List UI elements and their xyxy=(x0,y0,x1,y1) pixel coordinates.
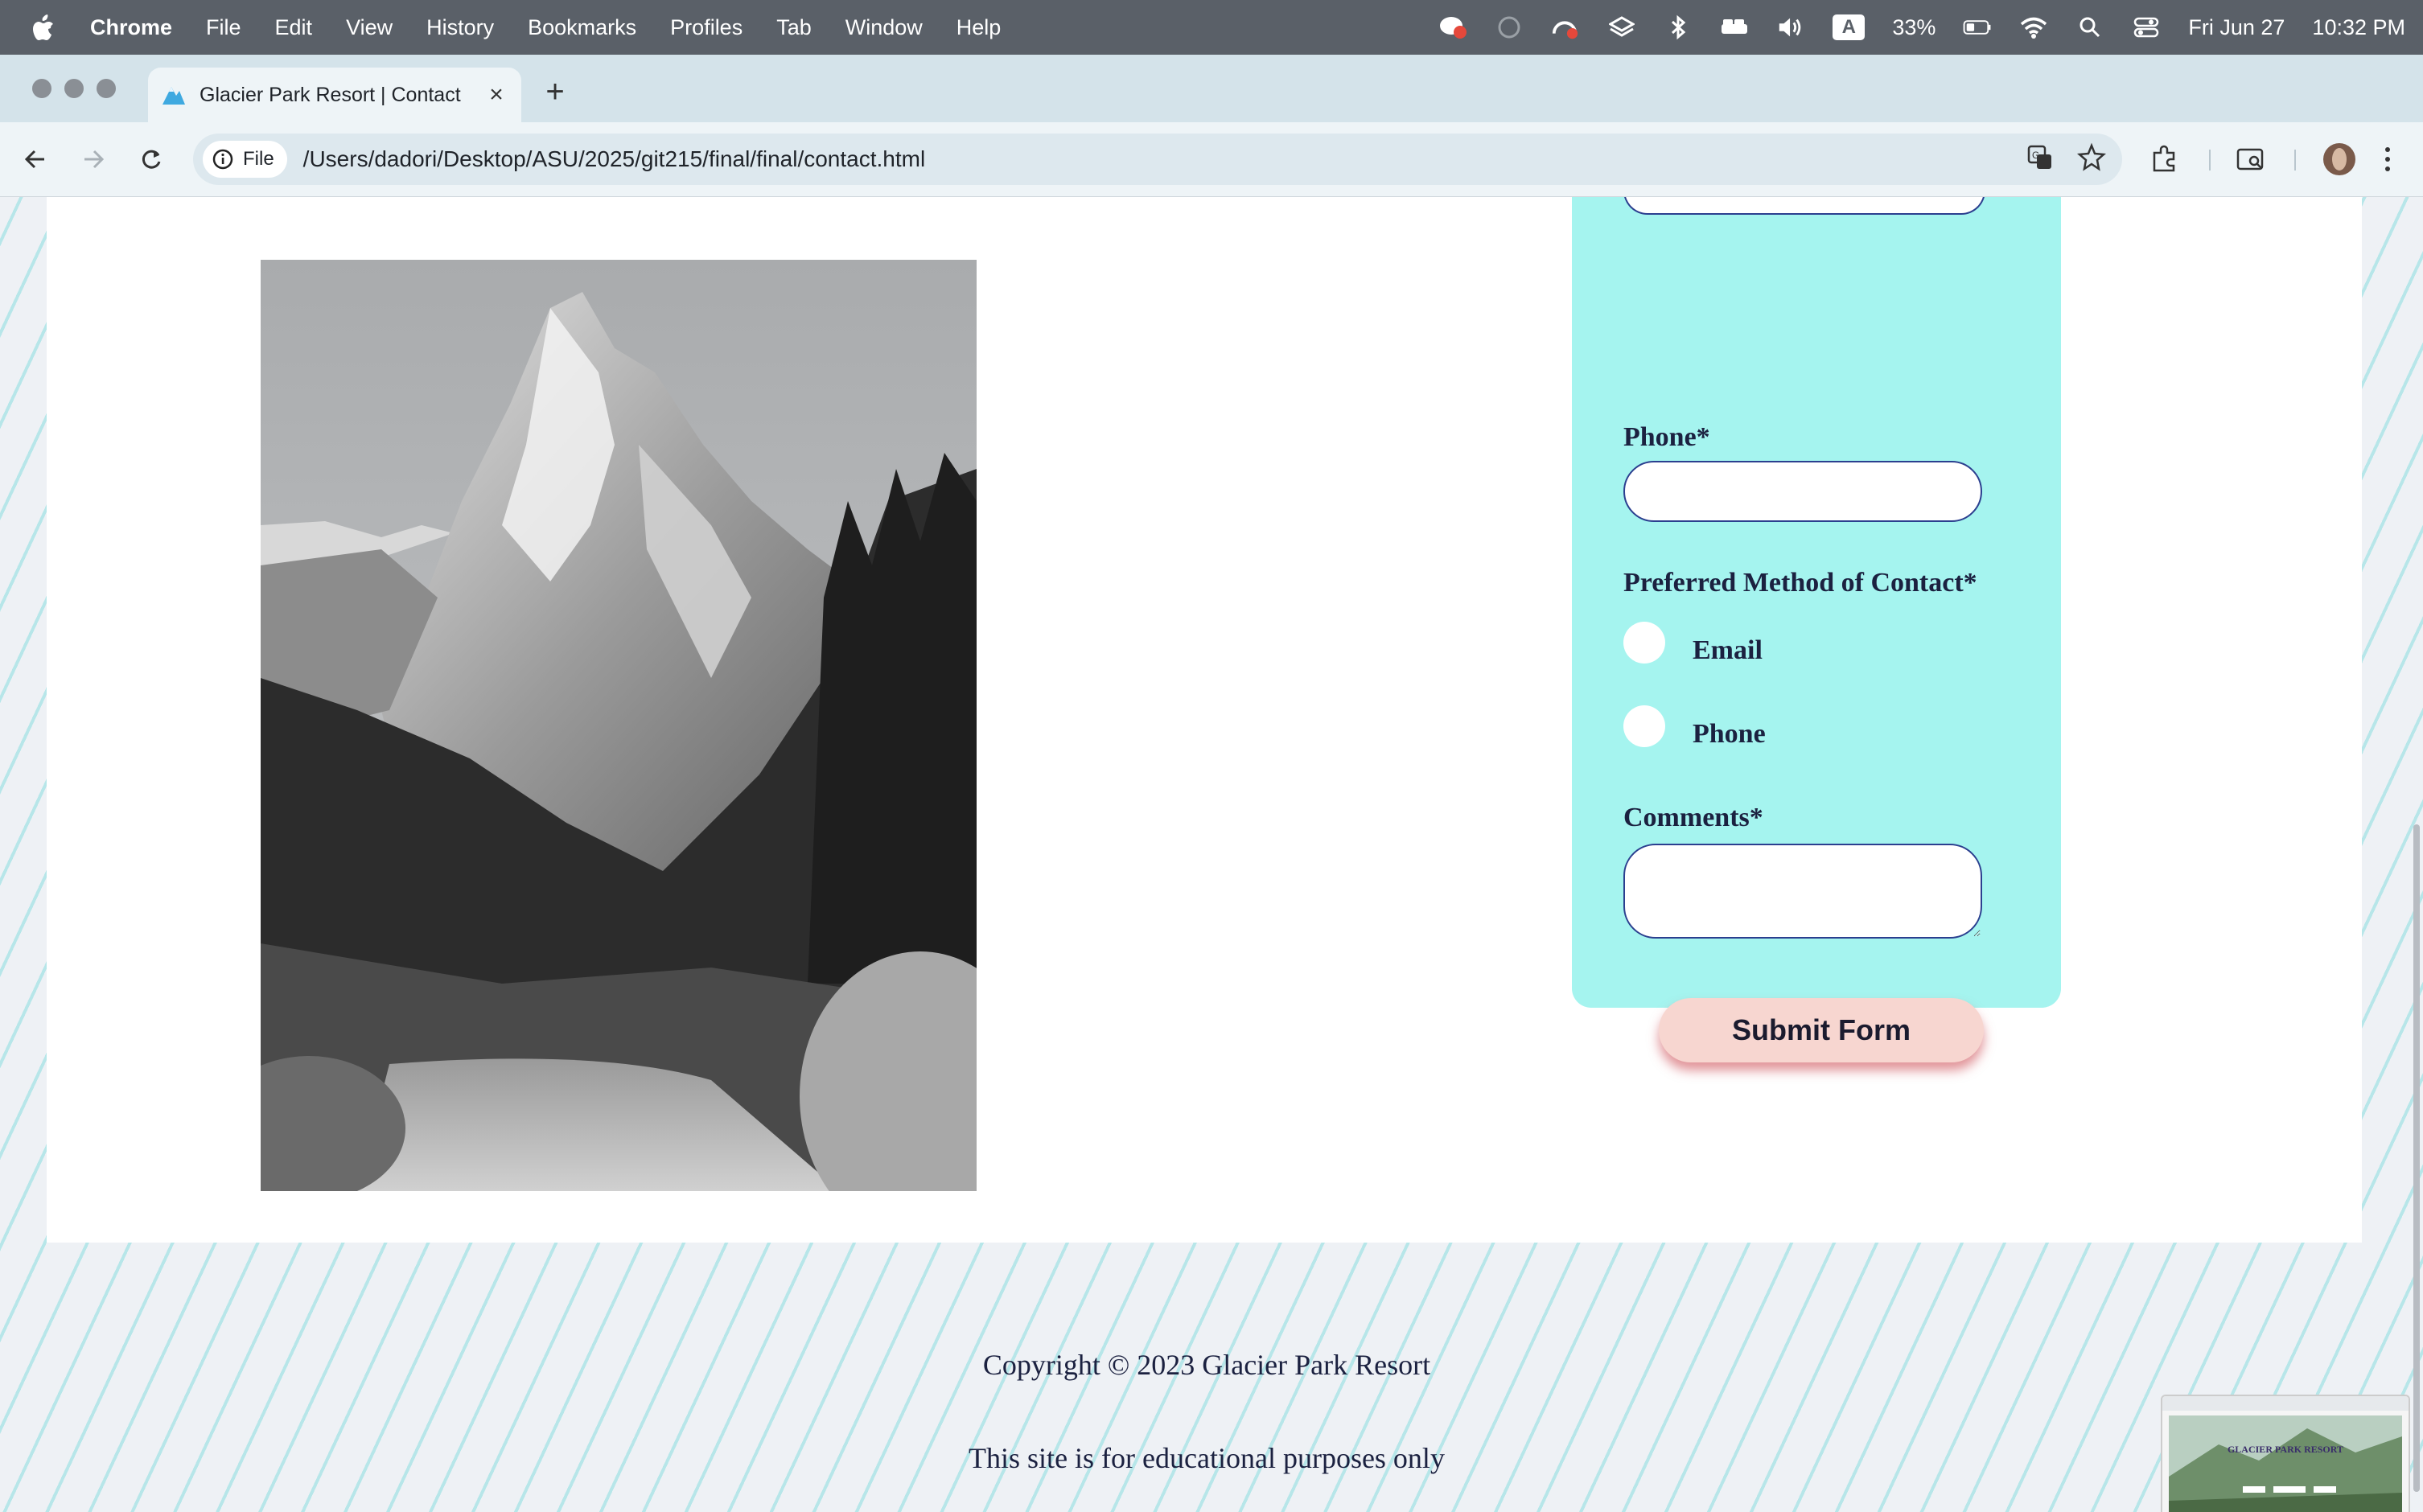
contact-form: Phone* Preferred Method of Contact* Emai… xyxy=(1572,197,2061,1062)
url-text[interactable]: /Users/dadori/Desktop/ASU/2025/git215/fi… xyxy=(303,146,926,172)
new-tab-icon[interactable]: + xyxy=(539,76,571,109)
browser-toolbar: File /Users/dadori/Desktop/ASU/2025/git2… xyxy=(0,122,2423,197)
menu-file[interactable]: File xyxy=(206,15,241,40)
menu-history[interactable]: History xyxy=(426,15,494,40)
site-info-chip[interactable]: File xyxy=(203,141,287,178)
footer-copyright: Copyright © 2023 Glacier Park Resort xyxy=(982,1349,1431,1381)
comments-field[interactable] xyxy=(1623,844,1982,939)
apple-icon[interactable] xyxy=(32,14,55,41)
email-field[interactable] xyxy=(1623,197,1985,215)
screen-record-icon[interactable] xyxy=(1551,13,1580,42)
phone-field[interactable] xyxy=(1623,461,1982,522)
profile-avatar[interactable] xyxy=(2322,140,2357,179)
close-tab-icon[interactable]: × xyxy=(484,81,508,108)
radio-phone-label: Phone xyxy=(1693,719,1766,749)
tab-strip: Glacier Park Resort | Contact × + xyxy=(0,55,2423,122)
reload-icon[interactable] xyxy=(134,142,169,177)
layers-icon[interactable] xyxy=(1607,13,1636,42)
toolbar-divider xyxy=(2209,150,2211,171)
thumbnail-title: GLACIER PARK RESORT xyxy=(2228,1444,2343,1455)
menubar-date[interactable]: Fri Jun 27 xyxy=(2188,15,2285,40)
radio-email-label: Email xyxy=(1693,635,1763,665)
menu-edit[interactable]: Edit xyxy=(275,15,313,40)
menubar-time[interactable]: 10:32 PM xyxy=(2312,15,2405,40)
menu-profiles[interactable]: Profiles xyxy=(670,15,743,40)
footer-disclaimer: This site is for educational purposes on… xyxy=(969,1442,1445,1474)
menu-window[interactable]: Window xyxy=(845,15,923,40)
tab-contact[interactable]: Glacier Park Resort | Contact × xyxy=(148,68,521,122)
toolbar-divider-2 xyxy=(2294,150,2296,171)
contact-method-label: Preferred Method of Contact* xyxy=(1623,568,1977,598)
phone-label: Phone* xyxy=(1623,422,1710,452)
tab-title: Glacier Park Resort | Contact xyxy=(200,83,461,106)
window-controls xyxy=(32,79,116,98)
extensions-icon[interactable] xyxy=(2148,140,2180,179)
menu-view[interactable]: View xyxy=(346,15,393,40)
mountain-favicon-icon xyxy=(162,87,185,105)
menu-app-chrome[interactable]: Chrome xyxy=(90,15,172,40)
bluetooth-icon[interactable] xyxy=(1664,13,1693,42)
menu-bookmarks[interactable]: Bookmarks xyxy=(528,15,636,40)
volume-icon[interactable] xyxy=(1776,13,1805,42)
page-viewport: Phone* Preferred Method of Contact* Emai… xyxy=(0,197,2423,1512)
wifi-icon[interactable] xyxy=(2019,13,2048,42)
submit-button[interactable]: Submit Form xyxy=(1659,998,1984,1062)
tab-search-icon[interactable] xyxy=(2235,140,2267,179)
scrollbar[interactable] xyxy=(2413,824,2420,1492)
site-info-label: File xyxy=(243,148,274,170)
comments-label: Comments* xyxy=(1623,803,1763,832)
battery-percent: 33% xyxy=(1892,14,1936,39)
mountain-photo xyxy=(261,260,977,1191)
bookmark-star-icon[interactable] xyxy=(2075,142,2108,178)
menu-bar: Chrome File Edit View History Bookmarks … xyxy=(0,0,2423,55)
svg-text:G: G xyxy=(2032,150,2039,161)
input-source-icon[interactable]: A xyxy=(1833,14,1866,40)
control-center-icon[interactable] xyxy=(2132,13,2161,42)
forward-icon[interactable] xyxy=(76,142,111,177)
messages-icon[interactable] xyxy=(1438,13,1467,42)
translate-icon[interactable]: G xyxy=(2024,142,2056,178)
minimize-window-button[interactable] xyxy=(64,79,84,98)
bed-icon[interactable] xyxy=(1720,13,1749,42)
info-icon xyxy=(212,149,233,170)
thumbnail-preview: GLACIER PARK RESORT xyxy=(2162,1396,2409,1512)
battery-icon[interactable] xyxy=(1963,13,1992,42)
moon-icon[interactable] xyxy=(1495,13,1524,42)
radio-phone[interactable] xyxy=(1623,705,1665,747)
address-bar[interactable]: File /Users/dadori/Desktop/ASU/2025/git2… xyxy=(193,134,2122,185)
radio-email[interactable] xyxy=(1623,622,1665,664)
menu-tab[interactable]: Tab xyxy=(776,15,812,40)
more-menu-icon[interactable] xyxy=(2381,140,2394,179)
screenshot-thumbnail[interactable]: GLACIER PARK RESORT xyxy=(2161,1395,2410,1512)
menu-help[interactable]: Help xyxy=(956,15,1002,40)
back-icon[interactable] xyxy=(18,142,53,177)
content-card: Phone* Preferred Method of Contact* Emai… xyxy=(47,197,2362,1243)
zoom-window-button[interactable] xyxy=(97,79,116,98)
close-window-button[interactable] xyxy=(32,79,51,98)
search-icon[interactable] xyxy=(2075,13,2104,42)
